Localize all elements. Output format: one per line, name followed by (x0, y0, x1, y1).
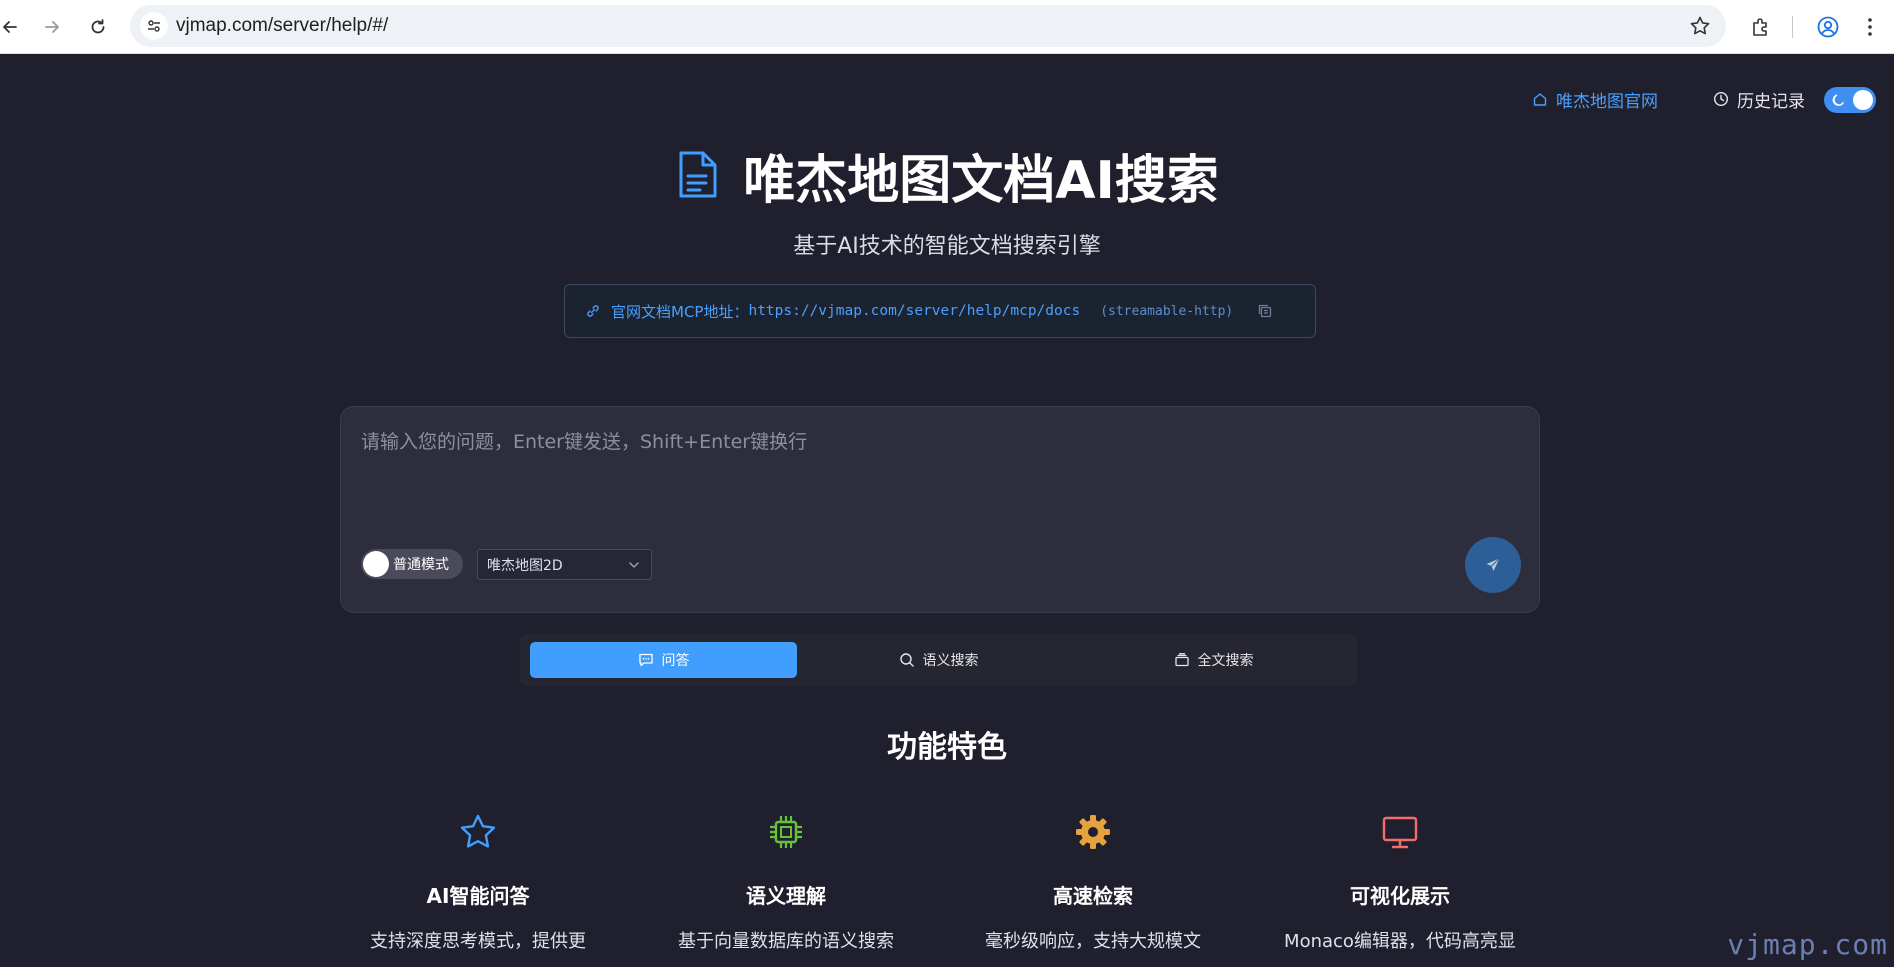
moon-icon (1832, 94, 1844, 106)
theme-toggle-knob (1853, 90, 1873, 110)
question-input[interactable] (361, 427, 1511, 507)
send-button[interactable] (1465, 537, 1521, 593)
bookmark-star-icon[interactable] (1688, 14, 1712, 38)
profile-button[interactable] (1812, 11, 1844, 43)
reload-icon (91, 19, 105, 34)
mcp-label: 官网文档MCP地址： (611, 302, 749, 321)
back-button[interactable] (0, 11, 26, 43)
document-icon (679, 151, 717, 198)
chevron-down-icon (629, 562, 639, 568)
monitor-icon (1382, 816, 1418, 849)
mode-toggle[interactable]: 普通模式 (361, 549, 463, 579)
doc-source-value: 唯杰地图2D (487, 557, 563, 574)
profile-icon (1817, 16, 1839, 38)
history-link[interactable]: 历史记录 (1713, 86, 1805, 112)
archive-icon (1174, 653, 1189, 667)
chat-icon (638, 653, 653, 667)
history-label: 历史记录 (1737, 91, 1805, 112)
feature-desc: 基于向量数据库的语义搜索 (678, 931, 894, 952)
tab-fulltext-search[interactable]: 全文搜索 (1080, 642, 1347, 678)
kebab-menu-icon (1868, 18, 1872, 36)
chip-icon (770, 816, 802, 848)
site-info-icon[interactable] (140, 12, 168, 40)
feature-semantic: 语义理解 基于向量数据库的语义搜索 (636, 812, 936, 953)
page-subtitle: 基于AI技术的智能文档搜索引擎 (793, 234, 1101, 259)
search-mode-tabs: 问答 语义搜索 全文搜索 (520, 634, 1358, 686)
clock-icon (1713, 91, 1729, 107)
puzzle-icon (1753, 18, 1767, 36)
feature-title: 高速检索 (1053, 884, 1133, 908)
feature-desc: Monaco编辑器，代码高亮显 (1284, 931, 1516, 952)
home-icon (1533, 93, 1547, 106)
gear-icon (1076, 815, 1110, 849)
page-title-row: 唯杰地图文档AI搜索 (0, 140, 1894, 211)
tab-qa[interactable]: 问答 (530, 642, 797, 678)
tab-semantic-search-label: 语义搜索 (922, 653, 979, 669)
mcp-address-box: 官网文档MCP地址： https://vjmap.com/server/help… (564, 284, 1316, 338)
feature-title: 可视化展示 (1350, 884, 1450, 908)
tab-qa-label: 问答 (661, 653, 690, 669)
star-icon (460, 814, 496, 848)
tab-fulltext-search-label: 全文搜索 (1197, 653, 1254, 669)
menu-button[interactable] (1854, 11, 1886, 43)
tab-semantic-search[interactable]: 语义搜索 (805, 642, 1072, 678)
page-title: 唯杰地图文档AI搜索 (743, 150, 1219, 211)
feature-ai-qa: AI智能问答 支持深度思考模式，提供更 (328, 812, 628, 953)
feature-desc: 毫秒级响应，支持大规模文 (985, 931, 1201, 952)
mcp-url: https://vjmap.com/server/help/mcp/docs (748, 303, 1081, 319)
official-site-link[interactable]: 唯杰地图官网 (1532, 86, 1658, 112)
mcp-protocol: (streamable-http) (1100, 303, 1234, 319)
mode-toggle-knob (363, 551, 389, 577)
doc-source-select[interactable]: 唯杰地图2D (477, 549, 652, 580)
feature-title: 语义理解 (746, 884, 826, 908)
send-icon (1486, 558, 1500, 571)
forward-button[interactable] (36, 11, 68, 43)
link-icon (587, 305, 599, 317)
reload-button[interactable] (82, 11, 114, 43)
feature-visual: 可视化展示 Monaco编辑器，代码高亮显 (1250, 812, 1550, 953)
toolbar-divider (1792, 16, 1793, 38)
features-heading: 功能特色 (887, 730, 1007, 765)
search-card: 普通模式 唯杰地图2D (340, 406, 1540, 613)
forward-arrow-icon (45, 21, 59, 33)
extensions-button[interactable] (1745, 11, 1777, 43)
feature-title: AI智能问答 (426, 884, 530, 908)
feature-fast-search: 高速检索 毫秒级响应，支持大规模文 (943, 812, 1243, 953)
feature-desc: 支持深度思考模式，提供更 (370, 931, 586, 952)
browser-toolbar: vjmap.com/server/help/#/ (0, 0, 1894, 54)
address-bar[interactable]: vjmap.com/server/help/#/ (130, 5, 1726, 47)
url-text[interactable]: vjmap.com/server/help/#/ (176, 5, 388, 47)
back-arrow-icon (3, 21, 17, 33)
official-site-label: 唯杰地图官网 (1556, 91, 1658, 112)
search-icon (899, 653, 914, 667)
mode-toggle-label: 普通模式 (393, 557, 449, 573)
watermark: vjmap.com (1727, 928, 1888, 961)
theme-toggle[interactable] (1824, 87, 1876, 113)
copy-icon[interactable] (1257, 303, 1273, 319)
